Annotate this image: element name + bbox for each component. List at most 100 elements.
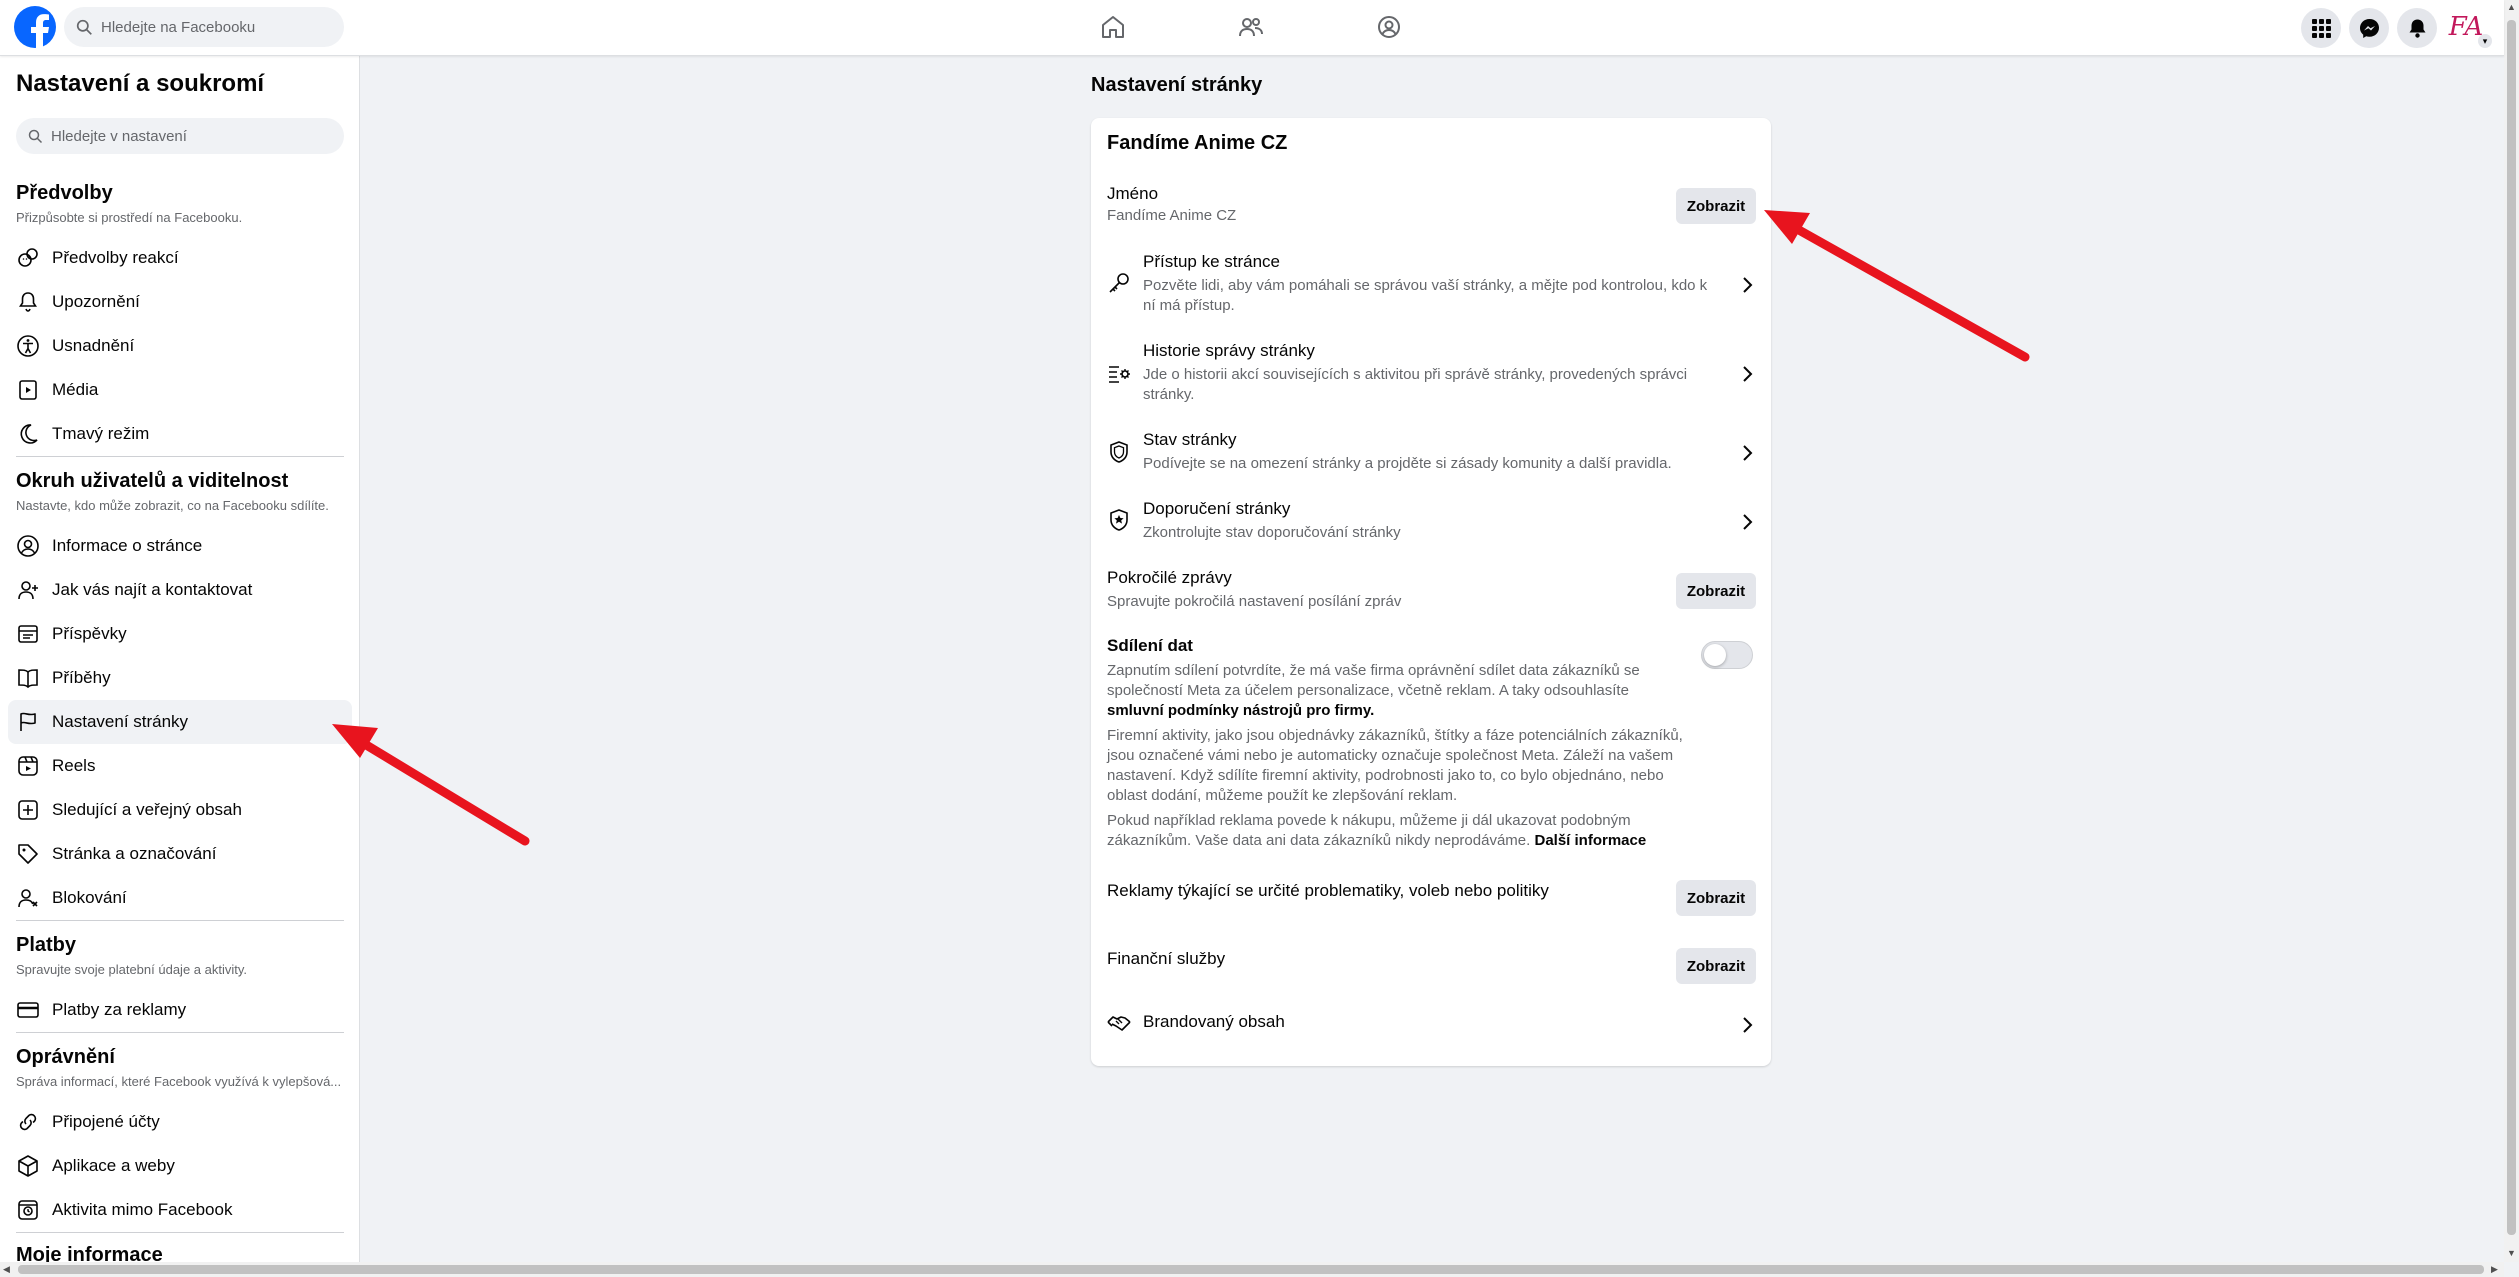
show-messages-button[interactable]: Zobrazit xyxy=(1676,573,1756,609)
accessibility-icon xyxy=(17,335,39,357)
messages-row-desc: Spravujte pokročilá nastavení posílání z… xyxy=(1107,593,1402,610)
notifications-bell-icon[interactable] xyxy=(2397,8,2437,48)
data-sharing-toggle[interactable] xyxy=(1701,641,1753,669)
sidebar-item-label: Usnadnění xyxy=(52,336,135,355)
sidebar-item-label: Aktivita mimo Facebook xyxy=(52,1200,233,1219)
sidebar-item-apps-websites[interactable]: Aplikace a weby xyxy=(8,1144,352,1188)
sidebar-item-ad-payments[interactable]: Platby za reklamy xyxy=(8,988,352,1032)
branded-row-title[interactable]: Brandovaný obsah xyxy=(1143,1012,1285,1032)
name-row-value: Fandíme Anime CZ xyxy=(1107,207,1237,224)
vertical-scrollbar[interactable]: ▲ ▼ xyxy=(2504,0,2519,1262)
horizontal-scrollbar[interactable]: ◀ ▶ xyxy=(0,1262,2504,1277)
sidebar-item-label: Informace o stránce xyxy=(52,536,203,555)
sidebar-item-find-contact[interactable]: Jak vás najít a kontaktovat xyxy=(8,568,352,612)
show-name-button[interactable]: Zobrazit xyxy=(1676,188,1756,224)
chevron-down-icon[interactable]: ▾ xyxy=(2478,34,2492,48)
page-title: Nastavení stránky xyxy=(1091,74,1263,96)
chevron-right-icon[interactable] xyxy=(1736,511,1758,533)
sidebar-item-posts[interactable]: Příspěvky xyxy=(8,612,352,656)
political-ads-row-title: Reklamy týkající se určité problematiky,… xyxy=(1107,881,1549,900)
show-political-ads-button[interactable]: Zobrazit xyxy=(1676,880,1756,916)
settings-search-placeholder: Hledejte v nastavení xyxy=(51,127,187,145)
section-title-audience: Okruh uživatelů a viditelnost xyxy=(16,470,289,492)
scrollbar-thumb[interactable] xyxy=(2507,20,2516,1235)
messenger-icon[interactable] xyxy=(2349,8,2389,48)
history-row-title[interactable]: Historie správy stránky xyxy=(1143,341,1315,361)
section-desc-audience: Nastavte, kdo může zobrazit, co na Faceb… xyxy=(16,498,329,513)
sidebar-item-media[interactable]: Média xyxy=(8,368,352,412)
status-row-desc: Podívejte se na omezení stránky a projdě… xyxy=(1143,455,1672,472)
scrollbar-thumb[interactable] xyxy=(18,1265,2484,1274)
status-row-title[interactable]: Stav stránky xyxy=(1143,430,1237,450)
menu-grid-icon[interactable] xyxy=(2301,8,2341,48)
book-icon xyxy=(18,669,38,689)
settings-search-input[interactable]: Hledejte v nastavení xyxy=(16,118,344,154)
scroll-up-icon[interactable]: ▲ xyxy=(2507,2,2516,12)
facebook-logo-icon[interactable] xyxy=(14,6,56,49)
learn-more-link[interactable]: Další informace xyxy=(1534,832,1646,849)
section-title-preferences: Předvolby xyxy=(16,182,113,204)
section-desc-permissions: Správa informací, které Facebook využívá… xyxy=(16,1074,342,1089)
sidebar-item-connected-accounts[interactable]: Připojené účty xyxy=(8,1100,352,1144)
section-title-my-information: Moje informace xyxy=(16,1244,163,1263)
chevron-right-icon[interactable] xyxy=(1736,363,1758,385)
sidebar-item-label: Předvolby reakcí xyxy=(52,248,179,267)
data-sharing-paragraph-2: Firemní aktivity, jako jsou objednávky z… xyxy=(1107,727,1683,804)
friends-icon[interactable] xyxy=(1236,12,1266,42)
show-financial-button[interactable]: Zobrazit xyxy=(1676,948,1756,984)
sidebar-item-label: Platby za reklamy xyxy=(52,1000,187,1019)
search-icon xyxy=(76,19,92,35)
facebook-search-input[interactable]: Hledejte na Facebooku xyxy=(64,7,344,47)
sidebar-item-label: Nastavení stránky xyxy=(52,712,189,731)
sidebar-item-label: Média xyxy=(52,380,99,399)
scroll-right-icon[interactable]: ▶ xyxy=(2491,1264,2498,1275)
sidebar-item-stories[interactable]: Příběhy xyxy=(8,656,352,700)
moon-icon xyxy=(20,424,38,444)
sidebar-item-label: Příběhy xyxy=(52,668,111,687)
sidebar-item-page-settings[interactable]: Nastavení stránky xyxy=(8,700,352,744)
activity-history-icon xyxy=(18,1200,38,1220)
chevron-right-icon[interactable] xyxy=(1736,274,1758,296)
access-row-title[interactable]: Přístup ke stránce xyxy=(1143,252,1280,272)
messages-row-title: Pokročilé zprávy xyxy=(1107,568,1232,587)
chevron-right-icon[interactable] xyxy=(1736,1014,1758,1036)
sidebar-item-dark-mode[interactable]: Tmavý režim xyxy=(8,412,352,456)
user-block-icon xyxy=(18,889,38,908)
posts-icon xyxy=(18,625,38,643)
chevron-right-icon[interactable] xyxy=(1736,442,1758,464)
user-plus-icon xyxy=(18,581,38,600)
bell-icon xyxy=(19,292,37,312)
sidebar-item-reels[interactable]: Reels xyxy=(8,744,352,788)
history-row-desc: Jde o historii akcí souvisejících s akti… xyxy=(1143,366,1688,403)
sidebar-item-label: Upozornění xyxy=(52,292,140,311)
search-icon xyxy=(28,129,43,143)
financial-row-title: Finanční služby xyxy=(1107,949,1226,968)
profile-icon[interactable] xyxy=(1374,12,1404,42)
section-title-permissions: Oprávnění xyxy=(16,1046,115,1068)
reels-icon xyxy=(18,756,38,776)
sidebar-item-blocking[interactable]: Blokování xyxy=(8,876,352,920)
sidebar-item-page-info[interactable]: Informace o stránce xyxy=(8,524,352,568)
scroll-down-icon[interactable]: ▼ xyxy=(2507,1248,2516,1258)
key-icon xyxy=(1109,273,1129,293)
sidebar-item-accessibility[interactable]: Usnadnění xyxy=(8,324,352,368)
section-title-payments: Platby xyxy=(16,934,77,956)
sidebar-item-off-facebook-activity[interactable]: Aktivita mimo Facebook xyxy=(8,1188,352,1232)
sidebar-item-notifications[interactable]: Upozornění xyxy=(8,280,352,324)
sidebar-item-page-tagging[interactable]: Stránka a označování xyxy=(8,832,352,876)
scroll-left-icon[interactable]: ◀ xyxy=(3,1264,10,1275)
home-icon[interactable] xyxy=(1098,12,1128,42)
data-sharing-paragraph-1: Zapnutím sdílení potvrdíte, že má vaše f… xyxy=(1107,661,1687,721)
sidebar-item-followers-public[interactable]: Sledující a veřejný obsah xyxy=(8,788,352,832)
terms-link[interactable]: smluvní podmínky nástrojů pro firmy. xyxy=(1107,702,1374,719)
reactions-icon xyxy=(18,248,38,267)
credit-card-icon xyxy=(17,1002,39,1018)
user-circle-icon xyxy=(17,535,39,557)
divider xyxy=(16,1232,344,1233)
section-desc-payments: Spravujte svoje platební údaje a aktivit… xyxy=(16,962,248,977)
recommend-row-title[interactable]: Doporučení stránky xyxy=(1143,499,1290,519)
annotation-arrow-sidebar xyxy=(332,724,530,846)
sidebar-item-reaction-preferences[interactable]: Předvolby reakcí xyxy=(8,236,352,280)
section-desc-preferences: Přizpůsobte si prostředí na Facebooku. xyxy=(16,210,243,225)
star-badge-icon xyxy=(1110,509,1128,531)
